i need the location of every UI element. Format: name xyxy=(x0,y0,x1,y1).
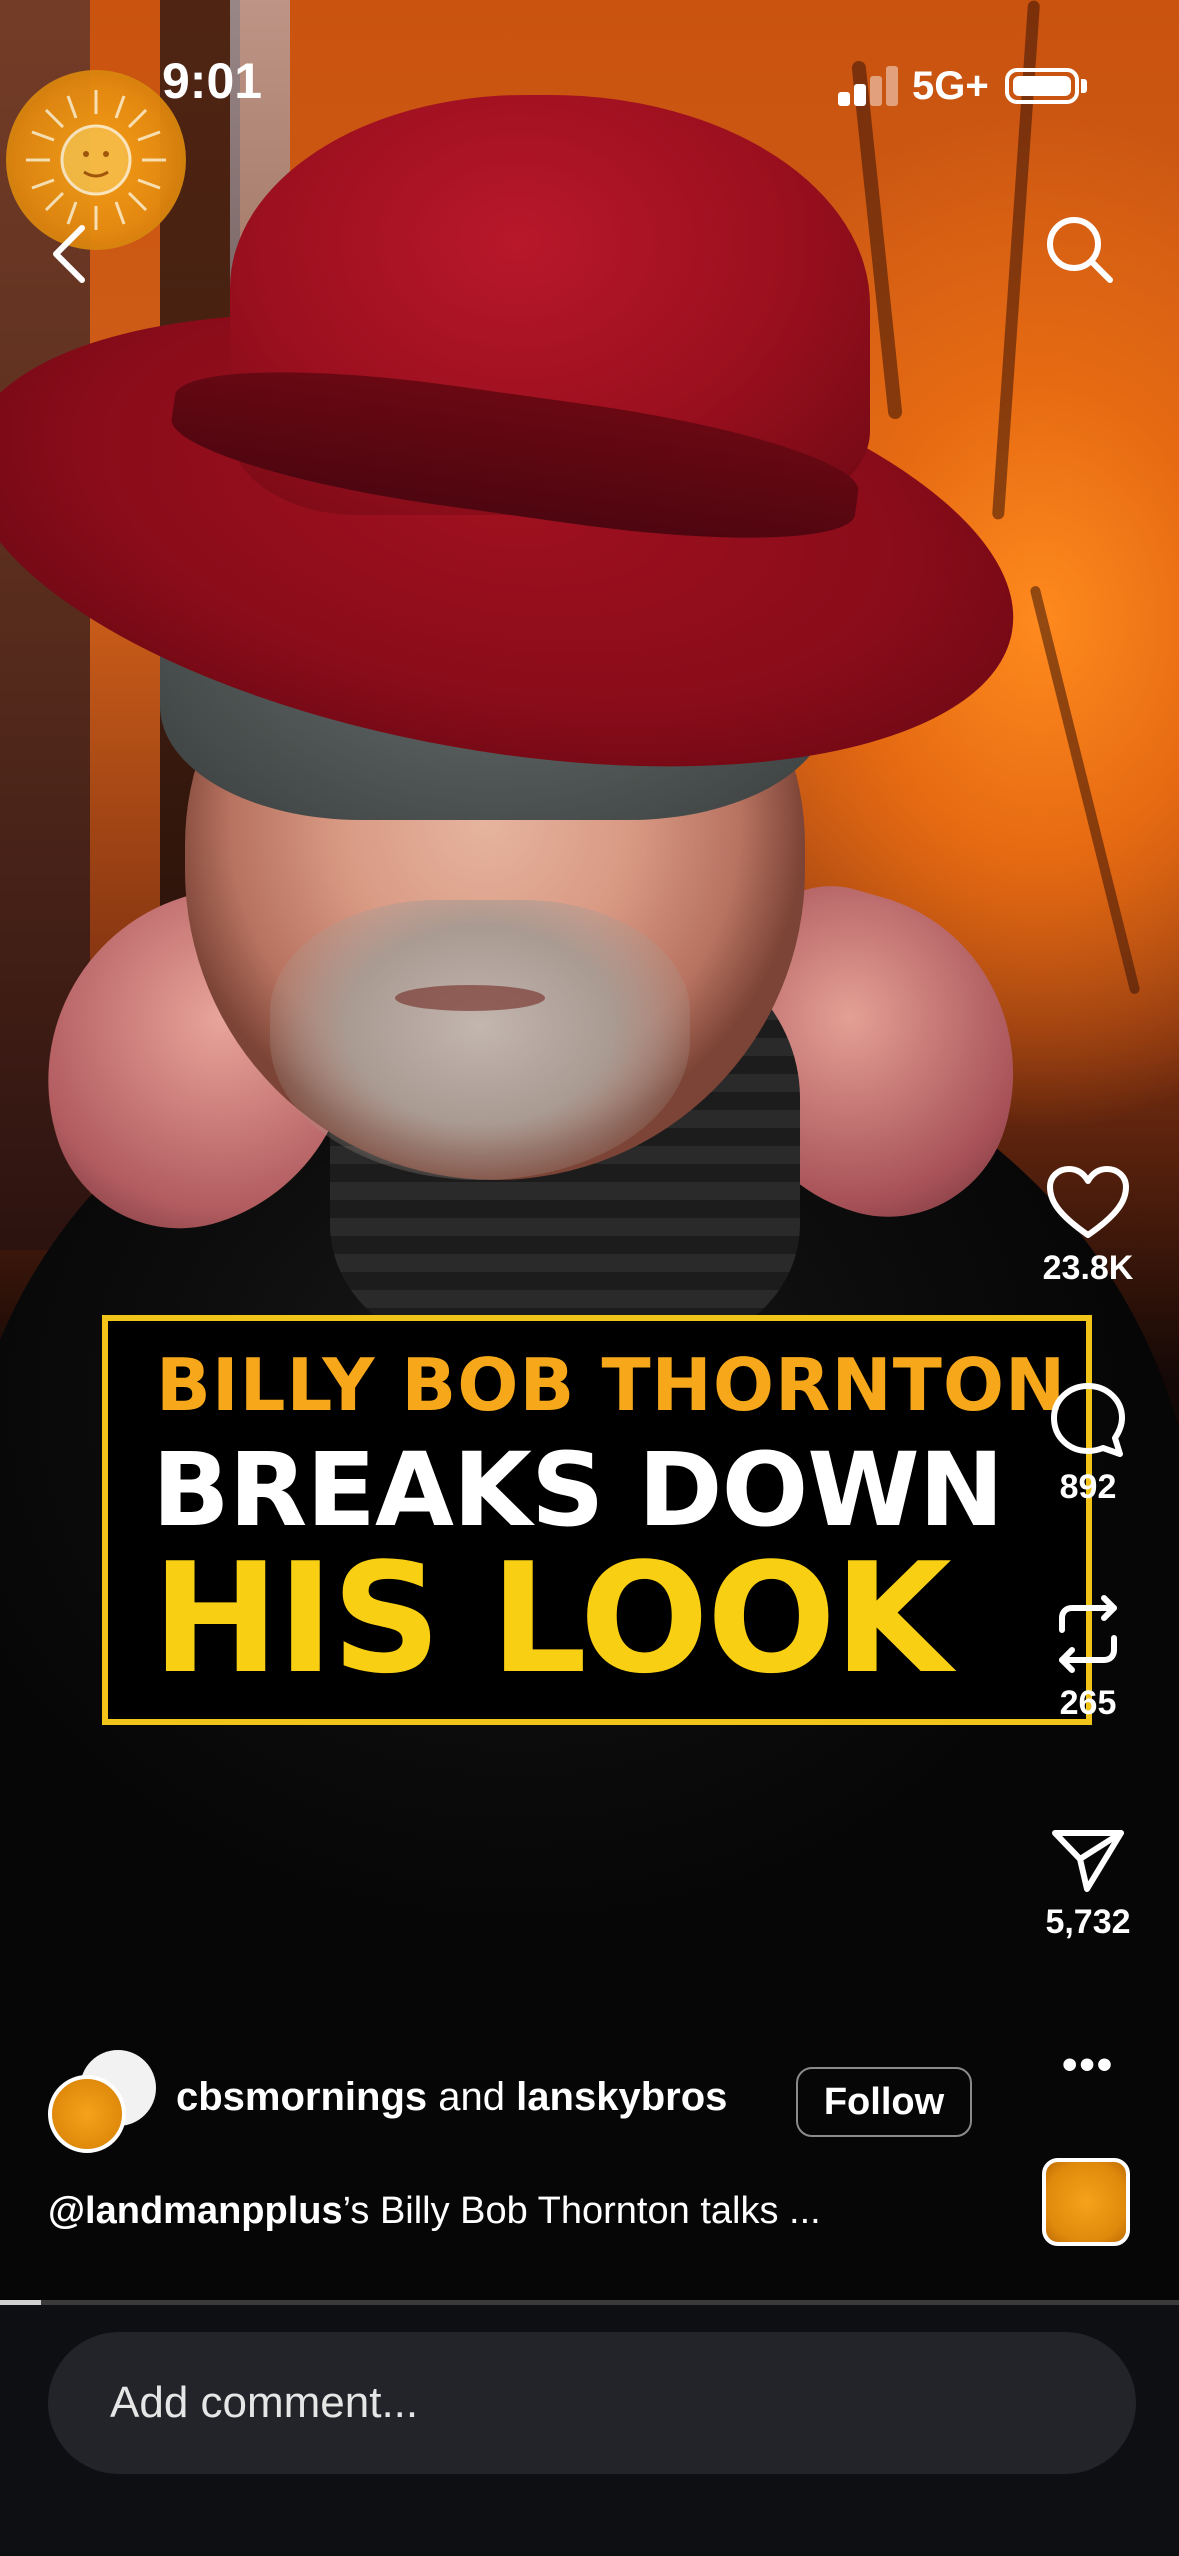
comment-count: 892 xyxy=(1059,1468,1117,1506)
coauthor-name[interactable]: lanskybros xyxy=(516,2075,727,2119)
author-name[interactable]: cbsmornings xyxy=(176,2075,427,2119)
description-text: ’s Billy Bob Thornton talks ... xyxy=(342,2190,821,2232)
share-count: 5,732 xyxy=(1045,1903,1131,1941)
audio-thumbnail[interactable] xyxy=(1042,2158,1130,2246)
caption-line-3: HIS LOOK xyxy=(152,1530,952,1707)
comment-icon xyxy=(1051,1383,1125,1457)
comment-action[interactable]: 892 xyxy=(1018,1380,1158,1507)
share-icon xyxy=(1052,1830,1124,1892)
caption-line-1: BILLY BOB THORNTON xyxy=(156,1343,1067,1427)
author-line: cbsmornings and lanskybros xyxy=(176,2075,727,2120)
share-action[interactable]: 5,732 xyxy=(1018,1825,1158,1942)
like-action[interactable]: 23.8K xyxy=(1018,1165,1158,1288)
video-caption-box: BILLY BOB THORNTON BREAKS DOWN HIS LOOK xyxy=(102,1315,1092,1725)
person-beard xyxy=(270,900,690,1180)
search-icon xyxy=(1047,217,1113,283)
avatar[interactable] xyxy=(48,2075,126,2153)
mention-link[interactable]: @landmanpplus xyxy=(48,2190,343,2232)
comment-placeholder: Add comment... xyxy=(110,2378,419,2427)
battery-tip xyxy=(1081,79,1087,93)
network-type: 5G+ xyxy=(912,64,989,108)
more-icon[interactable]: ••• xyxy=(1062,2040,1114,2090)
like-count: 23.8K xyxy=(1042,1249,1134,1287)
battery-icon xyxy=(1005,68,1079,104)
repost-action[interactable]: 265 xyxy=(1018,1592,1158,1723)
reel-video[interactable] xyxy=(0,0,1179,2302)
author-connector: and xyxy=(438,2075,506,2119)
post-description[interactable]: @landmanpplus’s Billy Bob Thornton talks… xyxy=(48,2190,821,2233)
person-mouth xyxy=(395,985,545,1011)
cellular-signal-icon xyxy=(838,66,898,106)
back-button[interactable] xyxy=(40,210,100,290)
repost-icon xyxy=(1059,1595,1117,1673)
repost-count: 265 xyxy=(1059,1684,1117,1722)
search-button[interactable] xyxy=(1040,210,1120,290)
background-branch xyxy=(1029,585,1141,995)
follow-button[interactable]: Follow xyxy=(796,2067,972,2137)
back-arrow-icon xyxy=(53,225,85,283)
heart-icon xyxy=(1047,1166,1129,1238)
